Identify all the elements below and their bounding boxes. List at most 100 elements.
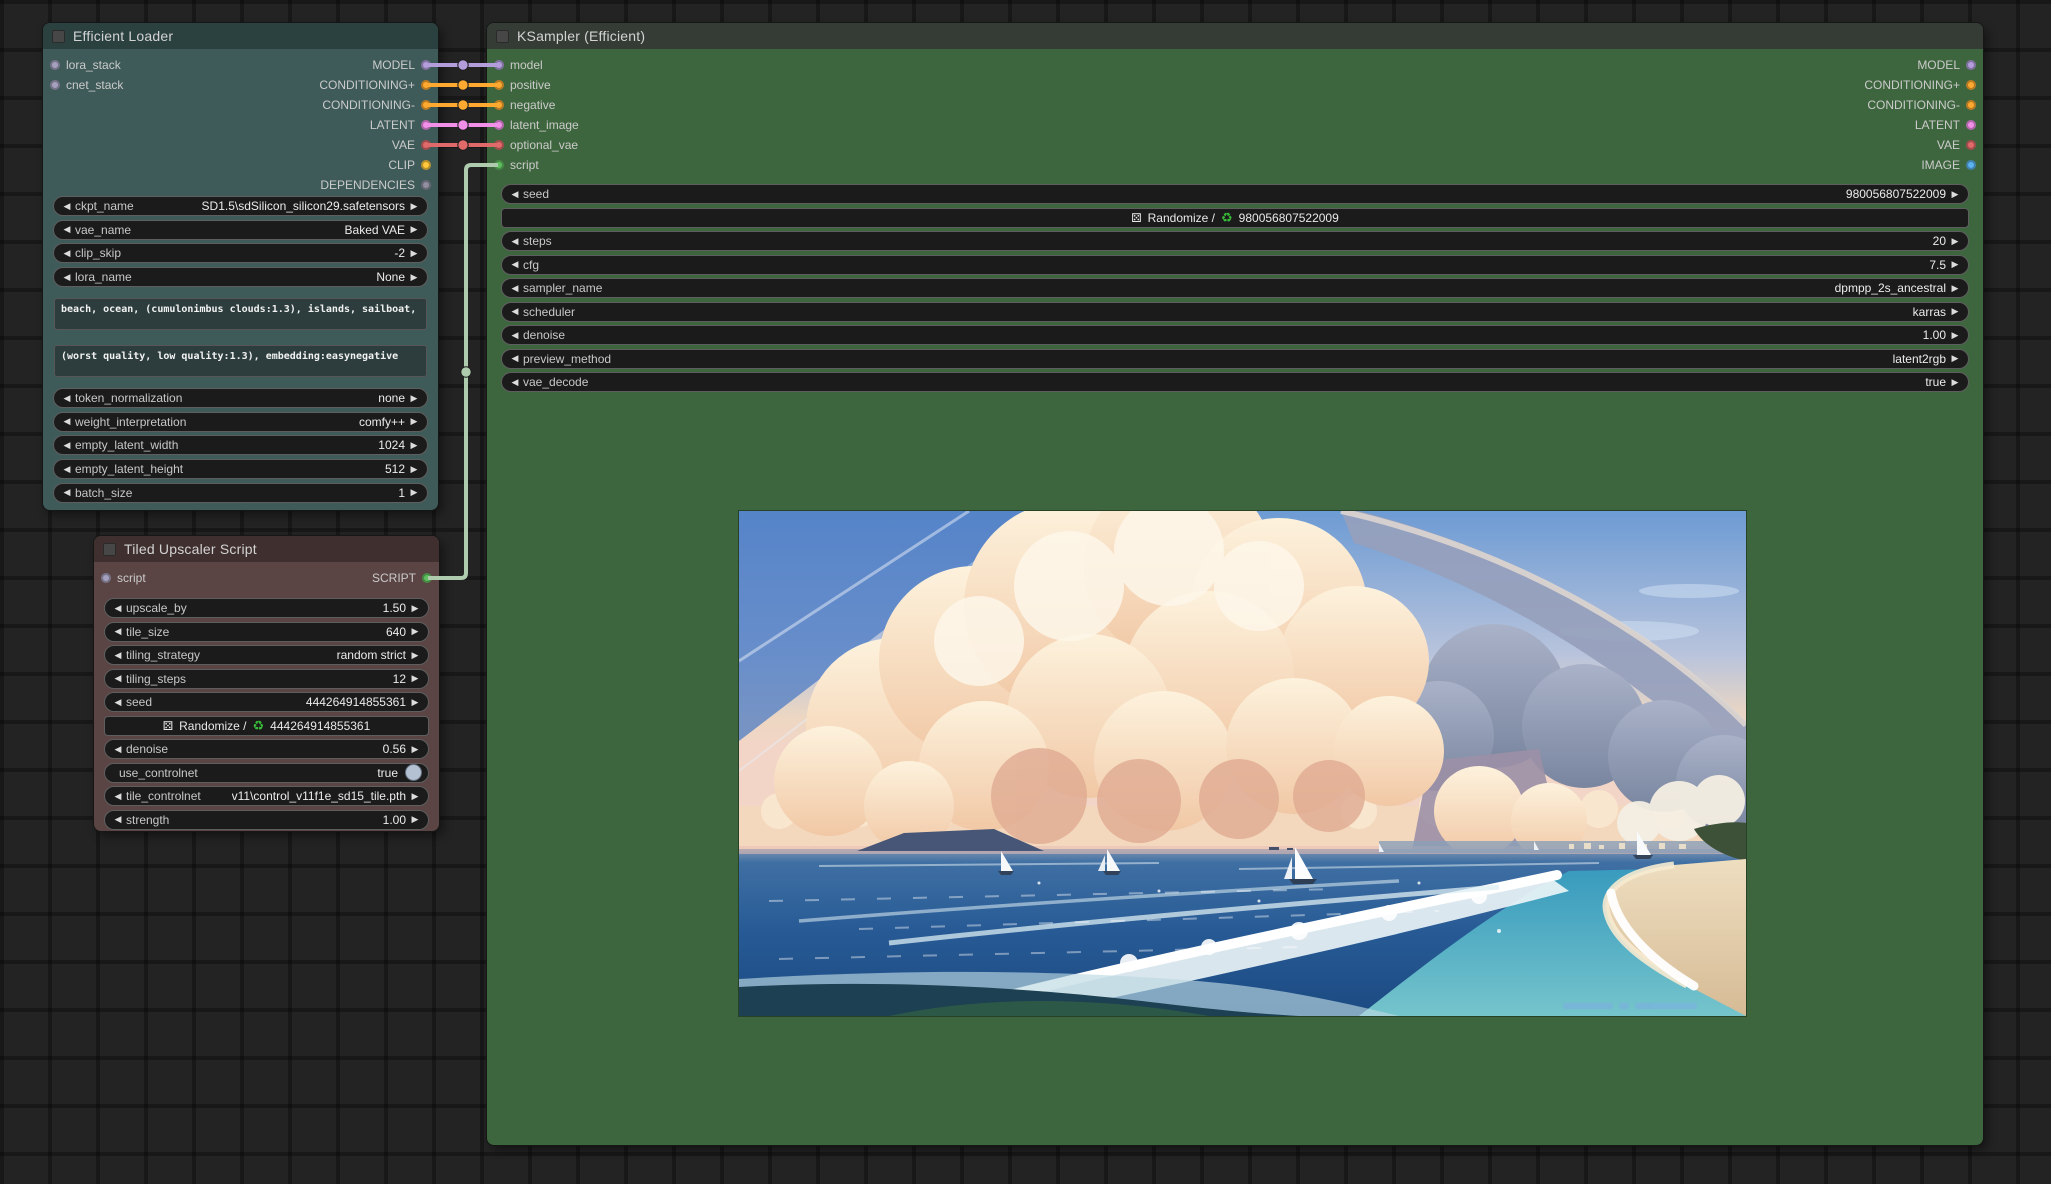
widget-lora-name[interactable]: ◀ lora_name None ▶ [53,267,428,287]
increment-arrow-icon[interactable]: ▶ [1948,259,1962,270]
node-graph-canvas[interactable]: Efficient Loader lora_stack cnet_stack M… [0,0,2051,1184]
slot-dot[interactable] [1966,100,1976,110]
widget-vae-name[interactable]: ◀ vae_name Baked VAE ▶ [53,220,428,240]
widget-cfg[interactable]: ◀ cfg 7.5 ▶ [501,255,1969,275]
toggle-icon[interactable] [405,764,422,781]
slot-dot[interactable] [421,100,431,110]
slot-dot[interactable] [1966,140,1976,150]
increment-arrow-icon[interactable]: ▶ [407,440,421,451]
randomize-button[interactable]: ⚄ Randomize / ♻ 980056807522009 [501,208,1969,228]
decrement-arrow-icon[interactable]: ◀ [60,248,74,259]
decrement-arrow-icon[interactable]: ◀ [111,814,125,825]
decrement-arrow-icon[interactable]: ◀ [60,464,74,475]
decrement-arrow-icon[interactable]: ◀ [508,330,522,341]
widget-weight-interpretation[interactable]: ◀ weight_interpretation comfy++ ▶ [53,412,428,432]
slot-dot[interactable] [421,120,431,130]
node-ksampler-efficient[interactable]: KSampler (Efficient) model positive nega… [487,23,1983,1145]
slot-dot[interactable] [494,80,504,90]
node-header[interactable]: Tiled Upscaler Script [94,536,439,562]
decrement-arrow-icon[interactable]: ◀ [111,744,125,755]
node-efficient-loader[interactable]: Efficient Loader lora_stack cnet_stack M… [43,23,438,510]
slot-dot[interactable] [421,140,431,150]
slot-dot[interactable] [421,160,431,170]
decrement-arrow-icon[interactable]: ◀ [508,189,522,200]
widget-batch-size[interactable]: ◀ batch_size 1 ▶ [53,483,428,503]
widget-steps[interactable]: ◀ steps 20 ▶ [501,231,1969,251]
increment-arrow-icon[interactable]: ▶ [1948,353,1962,364]
increment-arrow-icon[interactable]: ▶ [407,487,421,498]
increment-arrow-icon[interactable]: ▶ [1948,189,1962,200]
slot-dot[interactable] [494,120,504,130]
widget-preview-method[interactable]: ◀ preview_method latent2rgb ▶ [501,349,1969,369]
decrement-arrow-icon[interactable]: ◀ [508,283,522,294]
widget-denoise[interactable]: ◀ denoise 1.00 ▶ [501,325,1969,345]
increment-arrow-icon[interactable]: ▶ [407,416,421,427]
widget-tiling-steps[interactable]: ◀ tiling_steps 12 ▶ [104,669,429,689]
widget-scheduler[interactable]: ◀ scheduler karras ▶ [501,302,1969,322]
widget-denoise[interactable]: ◀ denoise 0.56 ▶ [104,739,429,759]
widget-empty-latent-height[interactable]: ◀ empty_latent_height 512 ▶ [53,459,428,479]
decrement-arrow-icon[interactable]: ◀ [508,236,522,247]
slot-dot[interactable] [50,60,60,70]
decrement-arrow-icon[interactable]: ◀ [60,272,74,283]
increment-arrow-icon[interactable]: ▶ [1948,306,1962,317]
decrement-arrow-icon[interactable]: ◀ [111,626,125,637]
increment-arrow-icon[interactable]: ▶ [408,603,422,614]
slot-dot[interactable] [50,80,60,90]
slot-dot[interactable] [421,60,431,70]
decrement-arrow-icon[interactable]: ◀ [111,673,125,684]
decrement-arrow-icon[interactable]: ◀ [60,440,74,451]
widget-tile-controlnet[interactable]: ◀ tile_controlnet v11\control_v11f1e_sd1… [104,786,429,806]
widget-sampler-name[interactable]: ◀ sampler_name dpmpp_2s_ancestral ▶ [501,278,1969,298]
widget-upscale-by[interactable]: ◀ upscale_by 1.50 ▶ [104,598,429,618]
slot-dot[interactable] [1966,60,1976,70]
decrement-arrow-icon[interactable]: ◀ [111,603,125,614]
widget-token-normalization[interactable]: ◀ token_normalization none ▶ [53,388,428,408]
decrement-arrow-icon[interactable]: ◀ [111,791,125,802]
increment-arrow-icon[interactable]: ▶ [408,814,422,825]
slot-dot[interactable] [1966,160,1976,170]
slot-dot[interactable] [1966,120,1976,130]
slot-dot[interactable] [494,160,504,170]
increment-arrow-icon[interactable]: ▶ [1948,283,1962,294]
increment-arrow-icon[interactable]: ▶ [408,626,422,637]
randomize-button[interactable]: ⚄ Randomize / ♻ 444264914855361 [104,716,429,736]
widget-seed[interactable]: ◀ seed 980056807522009 ▶ [501,184,1969,204]
increment-arrow-icon[interactable]: ▶ [408,791,422,802]
widget-vae-decode[interactable]: ◀ vae_decode true ▶ [501,372,1969,392]
widget-tiling-strategy[interactable]: ◀ tiling_strategy random strict ▶ [104,645,429,665]
widget-use-controlnet[interactable]: use_controlnet true [104,763,429,783]
collapse-box-icon[interactable] [103,543,116,556]
decrement-arrow-icon[interactable]: ◀ [60,416,74,427]
widget-empty-latent-width[interactable]: ◀ empty_latent_width 1024 ▶ [53,435,428,455]
slot-dot[interactable] [494,100,504,110]
increment-arrow-icon[interactable]: ▶ [408,744,422,755]
decrement-arrow-icon[interactable]: ◀ [111,650,125,661]
increment-arrow-icon[interactable]: ▶ [1948,377,1962,388]
increment-arrow-icon[interactable]: ▶ [407,272,421,283]
node-header[interactable]: Efficient Loader [43,23,438,49]
decrement-arrow-icon[interactable]: ◀ [60,393,74,404]
collapse-box-icon[interactable] [496,30,509,43]
widget-clip-skip[interactable]: ◀ clip_skip -2 ▶ [53,243,428,263]
slot-dot[interactable] [422,573,432,583]
decrement-arrow-icon[interactable]: ◀ [508,306,522,317]
increment-arrow-icon[interactable]: ▶ [407,224,421,235]
decrement-arrow-icon[interactable]: ◀ [111,697,125,708]
slot-dot[interactable] [494,140,504,150]
slot-dot[interactable] [421,80,431,90]
widget-tile-size[interactable]: ◀ tile_size 640 ▶ [104,622,429,642]
increment-arrow-icon[interactable]: ▶ [407,393,421,404]
increment-arrow-icon[interactable]: ▶ [407,248,421,259]
slot-dot[interactable] [101,573,111,583]
increment-arrow-icon[interactable]: ▶ [1948,330,1962,341]
decrement-arrow-icon[interactable]: ◀ [508,353,522,364]
increment-arrow-icon[interactable]: ▶ [407,201,421,212]
widget-ckpt-name[interactable]: ◀ ckpt_name SD1.5\sdSilicon_silicon29.sa… [53,196,428,216]
widget-strength[interactable]: ◀ strength 1.00 ▶ [104,810,429,830]
negative-prompt-textarea[interactable]: (worst quality, low quality:1.3), embedd… [54,345,427,377]
slot-dot[interactable] [494,60,504,70]
increment-arrow-icon[interactable]: ▶ [408,697,422,708]
collapse-box-icon[interactable] [52,30,65,43]
increment-arrow-icon[interactable]: ▶ [407,464,421,475]
